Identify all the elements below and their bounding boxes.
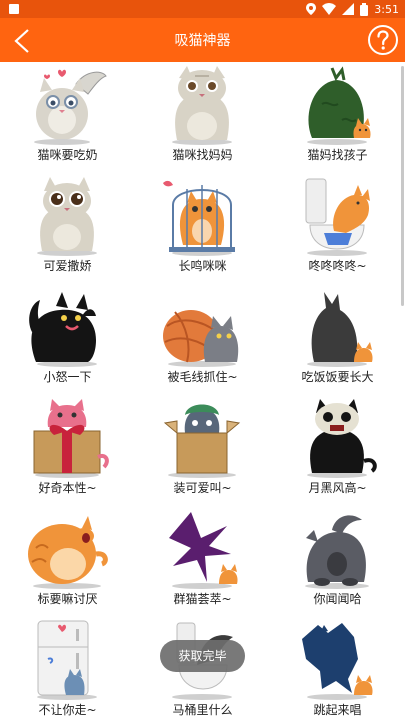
sound-item[interactable]: 好奇本性~ (0, 395, 135, 506)
sound-item-label: 长鸣咪咪 (178, 259, 227, 273)
sound-item-label: 你闻闻哈 (313, 592, 362, 606)
cat-toilet-icon (305, 178, 370, 256)
sound-item[interactable]: 小怒一下 (0, 284, 135, 395)
sound-item[interactable]: 吃饭饭要长大 (270, 284, 405, 395)
sound-item[interactable]: 装可爱叫~ (135, 395, 270, 506)
sound-item[interactable]: 被毛线抓住~ (135, 284, 270, 395)
sound-grid: 猫咪要吃奶 猫咪找妈妈 猫妈找孩子 可爱撒娇 长鸣咪咪 咚咚咚咚~ 小怒一下 被… (0, 62, 405, 720)
sound-item-label: 标要嘛讨厌 (37, 592, 98, 606)
sound-item[interactable]: 标要嘛讨厌 (0, 506, 135, 617)
location-icon (306, 3, 317, 15)
sound-item[interactable]: 长鸣咪咪 (135, 173, 270, 284)
sound-item-label: 猫妈找孩子 (307, 148, 368, 162)
cat-yarn-icon (163, 310, 239, 367)
notification-icon (9, 4, 19, 14)
sound-item-label: 群猫荟萃~ (173, 592, 232, 606)
cat-sitting-icon (172, 66, 232, 145)
cat-bag-icon (307, 66, 371, 145)
sound-item-label: 咚咚咚咚~ (308, 259, 367, 273)
sound-item[interactable]: 可爱撒娇 (0, 173, 135, 284)
sound-item-label: 马桶里什么 (172, 703, 233, 717)
cat-bird-shadow-icon (169, 512, 238, 589)
sound-item[interactable]: 不让你走~ (0, 617, 135, 720)
sound-item[interactable]: 群猫荟萃~ (135, 506, 270, 617)
cat-fridge-icon (37, 620, 97, 700)
sound-item[interactable]: 猫咪找妈妈 (135, 62, 270, 173)
status-bar: 3:51 (0, 0, 405, 18)
cat-gift-icon (33, 399, 109, 478)
sound-item[interactable]: 你闻闻哈 (270, 506, 405, 617)
clock: 3:51 (374, 2, 399, 16)
cat-fat-icon (28, 516, 108, 589)
cat-butt-icon (305, 515, 369, 589)
sound-item-label: 月黑风高~ (308, 481, 367, 495)
cat-box-icon (163, 404, 241, 478)
cat-ghost-icon (307, 399, 377, 478)
page-title: 吸猫神器 (174, 33, 231, 49)
sound-item[interactable]: 月黑风高~ (270, 395, 405, 506)
cat-winged-icon (34, 69, 107, 145)
wifi-icon (322, 3, 337, 15)
scrollbar[interactable] (401, 66, 404, 306)
cat-angry-icon (29, 292, 97, 367)
battery-icon (360, 2, 369, 16)
sound-item-label: 小怒一下 (43, 370, 92, 384)
cat-jump-shadow-icon (302, 623, 373, 700)
help-icon[interactable] (367, 24, 399, 56)
sound-item-label: 不让你走~ (38, 703, 97, 717)
sound-item-label: 被毛线抓住~ (167, 370, 238, 384)
status-icons: 3:51 (306, 2, 399, 16)
toast-message: 获取完毕 (160, 640, 245, 672)
cat-cute-icon (37, 177, 97, 256)
sound-item-label: 跳起来唱 (313, 703, 362, 717)
cat-shadow-icon (307, 292, 373, 367)
cat-cage-icon (163, 180, 235, 256)
sound-item-label: 好奇本性~ (38, 481, 97, 495)
app-bar: 吸猫神器 (0, 18, 405, 62)
sound-item-label: 猫咪要吃奶 (37, 148, 98, 162)
sound-item[interactable]: 猫妈找孩子 (270, 62, 405, 173)
sound-item[interactable]: 跳起来唱 (270, 617, 405, 720)
sound-item-label: 吃饭饭要长大 (301, 370, 374, 384)
sound-item-label: 猫咪找妈妈 (172, 148, 233, 162)
signal-icon (342, 3, 355, 15)
sound-item-label: 装可爱叫~ (173, 481, 232, 495)
sound-item-label: 可爱撒娇 (43, 259, 92, 273)
sound-item[interactable]: 咚咚咚咚~ (270, 173, 405, 284)
sound-item[interactable]: 猫咪要吃奶 (0, 62, 135, 173)
